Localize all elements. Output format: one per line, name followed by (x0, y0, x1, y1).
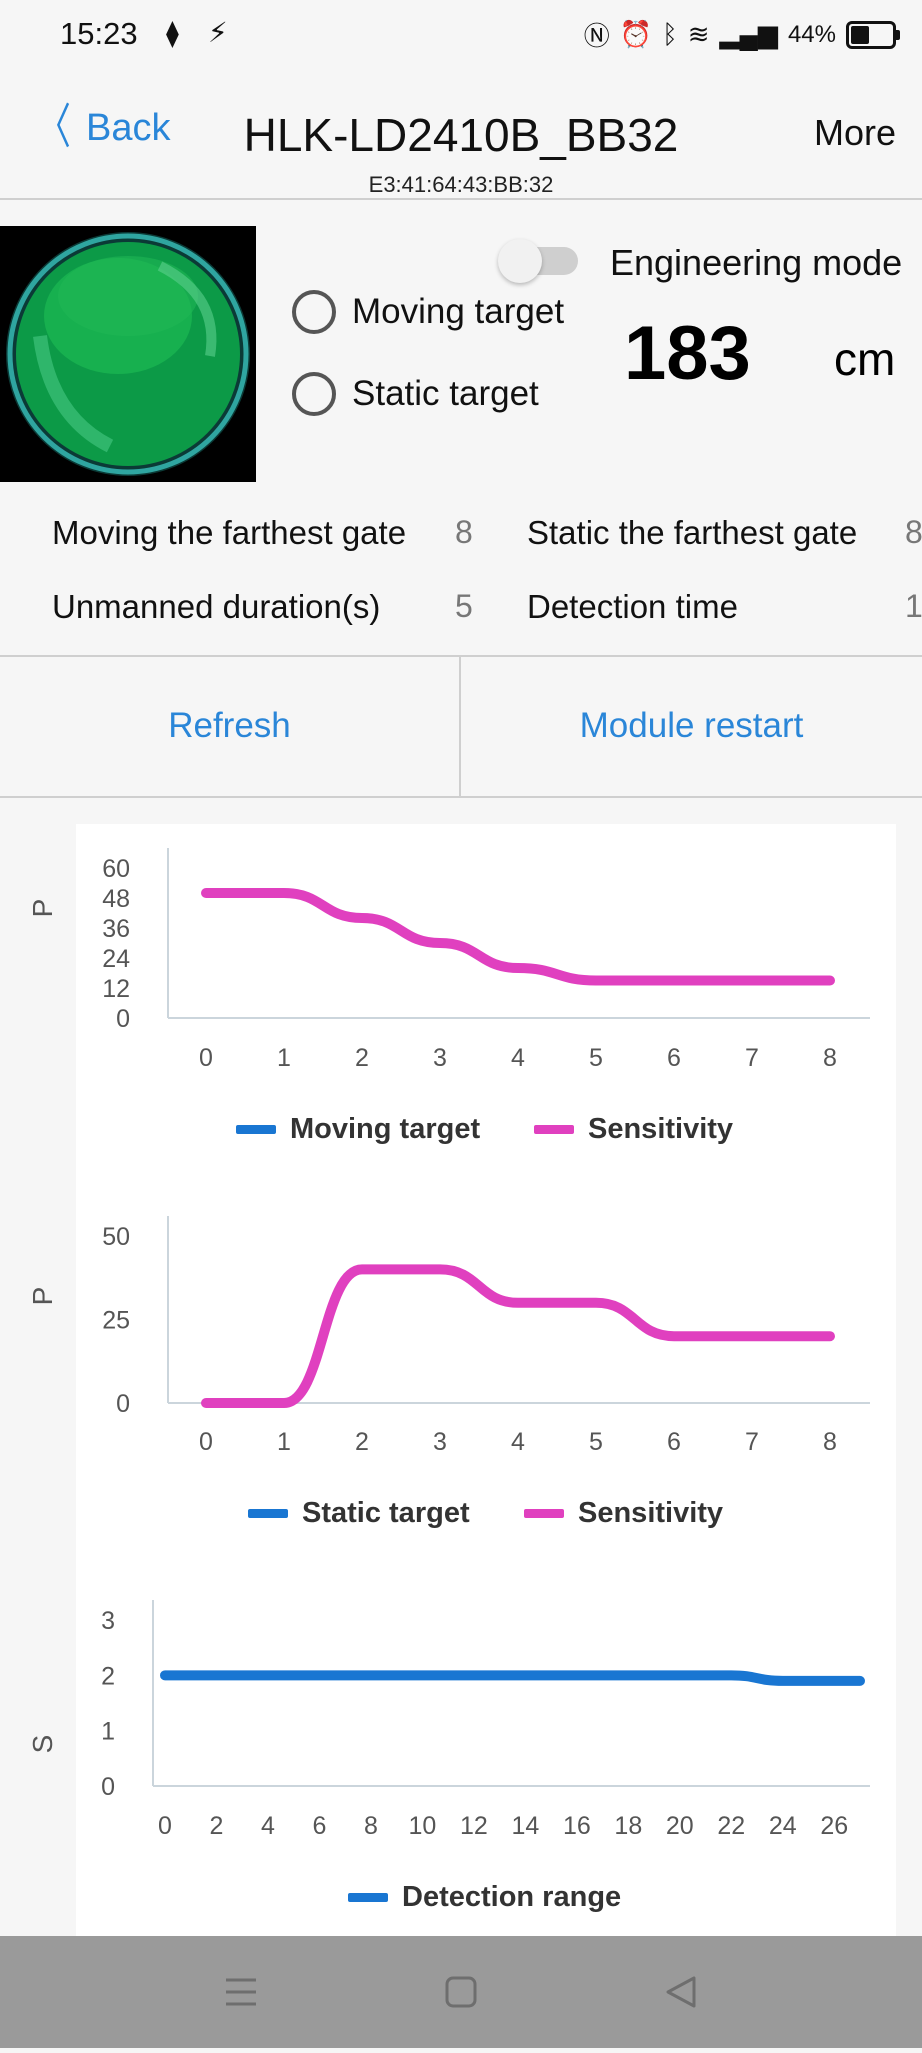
x-tick-label: 20 (666, 1812, 694, 1840)
x-tick-label: 8 (364, 1812, 378, 1840)
x-tick-label: 8 (823, 1428, 837, 1456)
x-tick-label: 10 (409, 1812, 437, 1840)
home-square-icon[interactable] (445, 1976, 477, 2008)
chart-2: 50 25 0 0 1 2 3 4 5 6 7 8 P Static target Sensitivity (27, 1216, 870, 1529)
y-tick-label: 50 (102, 1223, 130, 1251)
x-tick-label: 2 (210, 1812, 224, 1840)
x-tick-label: 4 (261, 1812, 275, 1840)
y-tick-label: 3 (101, 1607, 115, 1635)
back-triangle-icon[interactable] (666, 1976, 696, 2008)
charts-svg: 604836241200 1 2 3 4 5 6 7 8PMoving target Sensit… (27, 848, 870, 1913)
x-tick-label: 4 (511, 1044, 525, 1072)
y-tick-label: 0 (101, 1773, 115, 1801)
legend-swatch (534, 1125, 574, 1134)
x-tick-label: 4 (511, 1428, 525, 1456)
legend-swatch (248, 1509, 288, 1518)
y-tick-label: 48 (102, 885, 130, 913)
legend-label: Sensitivity (588, 1113, 733, 1145)
y-tick-label: 2 (101, 1662, 115, 1690)
y-tick-label: 60 (102, 855, 130, 883)
y-axis-title: P (27, 899, 58, 918)
menu-icon[interactable] (226, 1978, 256, 2006)
x-tick-label: 7 (745, 1428, 759, 1456)
x-tick-label: 1 (277, 1428, 291, 1456)
x-tick-label: 3 (433, 1428, 447, 1456)
y-tick-label: 24 (102, 945, 130, 973)
y-axis-title: S (27, 1735, 58, 1754)
y-tick-label: 25 (102, 1307, 130, 1335)
x-tick-label: 2 (355, 1428, 369, 1456)
chart-3: 32100 2 4 6 8 10 12 14 16 18 20 22 24 26SDetection ra… (27, 1600, 870, 1913)
y-tick-label: 0 (116, 1390, 130, 1418)
legend-label: Static target (302, 1497, 470, 1529)
x-tick-label: 0 (199, 1044, 213, 1072)
y-tick-label: 1 (101, 1718, 115, 1746)
system-nav-bar (0, 1936, 922, 2048)
y-tick-label: 0 (116, 1005, 130, 1033)
x-tick-label: 14 (511, 1812, 539, 1840)
y-tick-label: 12 (102, 975, 130, 1003)
x-tick-label: 0 (158, 1812, 172, 1840)
x-tick-label: 22 (717, 1812, 745, 1840)
series-line-sensitivity (201, 887, 835, 986)
series-line-sensitivity (201, 1264, 835, 1409)
x-tick-label: 1 (277, 1044, 291, 1072)
x-tick-label: 6 (667, 1044, 681, 1072)
legend-swatch (524, 1509, 564, 1518)
legend-label: Moving target (290, 1113, 480, 1145)
x-tick-label: 2 (355, 1044, 369, 1072)
legend-swatch (236, 1125, 276, 1134)
x-tick-label: 12 (460, 1812, 488, 1840)
x-tick-label: 3 (433, 1044, 447, 1072)
legend-label: Detection range (402, 1881, 621, 1913)
x-tick-label: 26 (820, 1812, 848, 1840)
series-line-detection-range (160, 1670, 865, 1686)
y-axis-title: P (27, 1287, 58, 1306)
x-tick-label: 16 (563, 1812, 591, 1840)
x-tick-label: 0 (199, 1428, 213, 1456)
legend-swatch (348, 1893, 388, 1902)
legend-label: Sensitivity (578, 1497, 723, 1529)
x-tick-label: 6 (312, 1812, 326, 1840)
x-tick-label: 24 (769, 1812, 797, 1840)
x-tick-label: 7 (745, 1044, 759, 1072)
x-tick-label: 8 (823, 1044, 837, 1072)
x-tick-label: 5 (589, 1428, 603, 1456)
x-tick-label: 6 (667, 1428, 681, 1456)
x-tick-label: 5 (589, 1044, 603, 1072)
chart-1: 604836241200 1 2 3 4 5 6 7 8PMoving target Sensit… (27, 848, 870, 1145)
x-tick-label: 18 (614, 1812, 642, 1840)
y-tick-label: 36 (102, 915, 130, 943)
